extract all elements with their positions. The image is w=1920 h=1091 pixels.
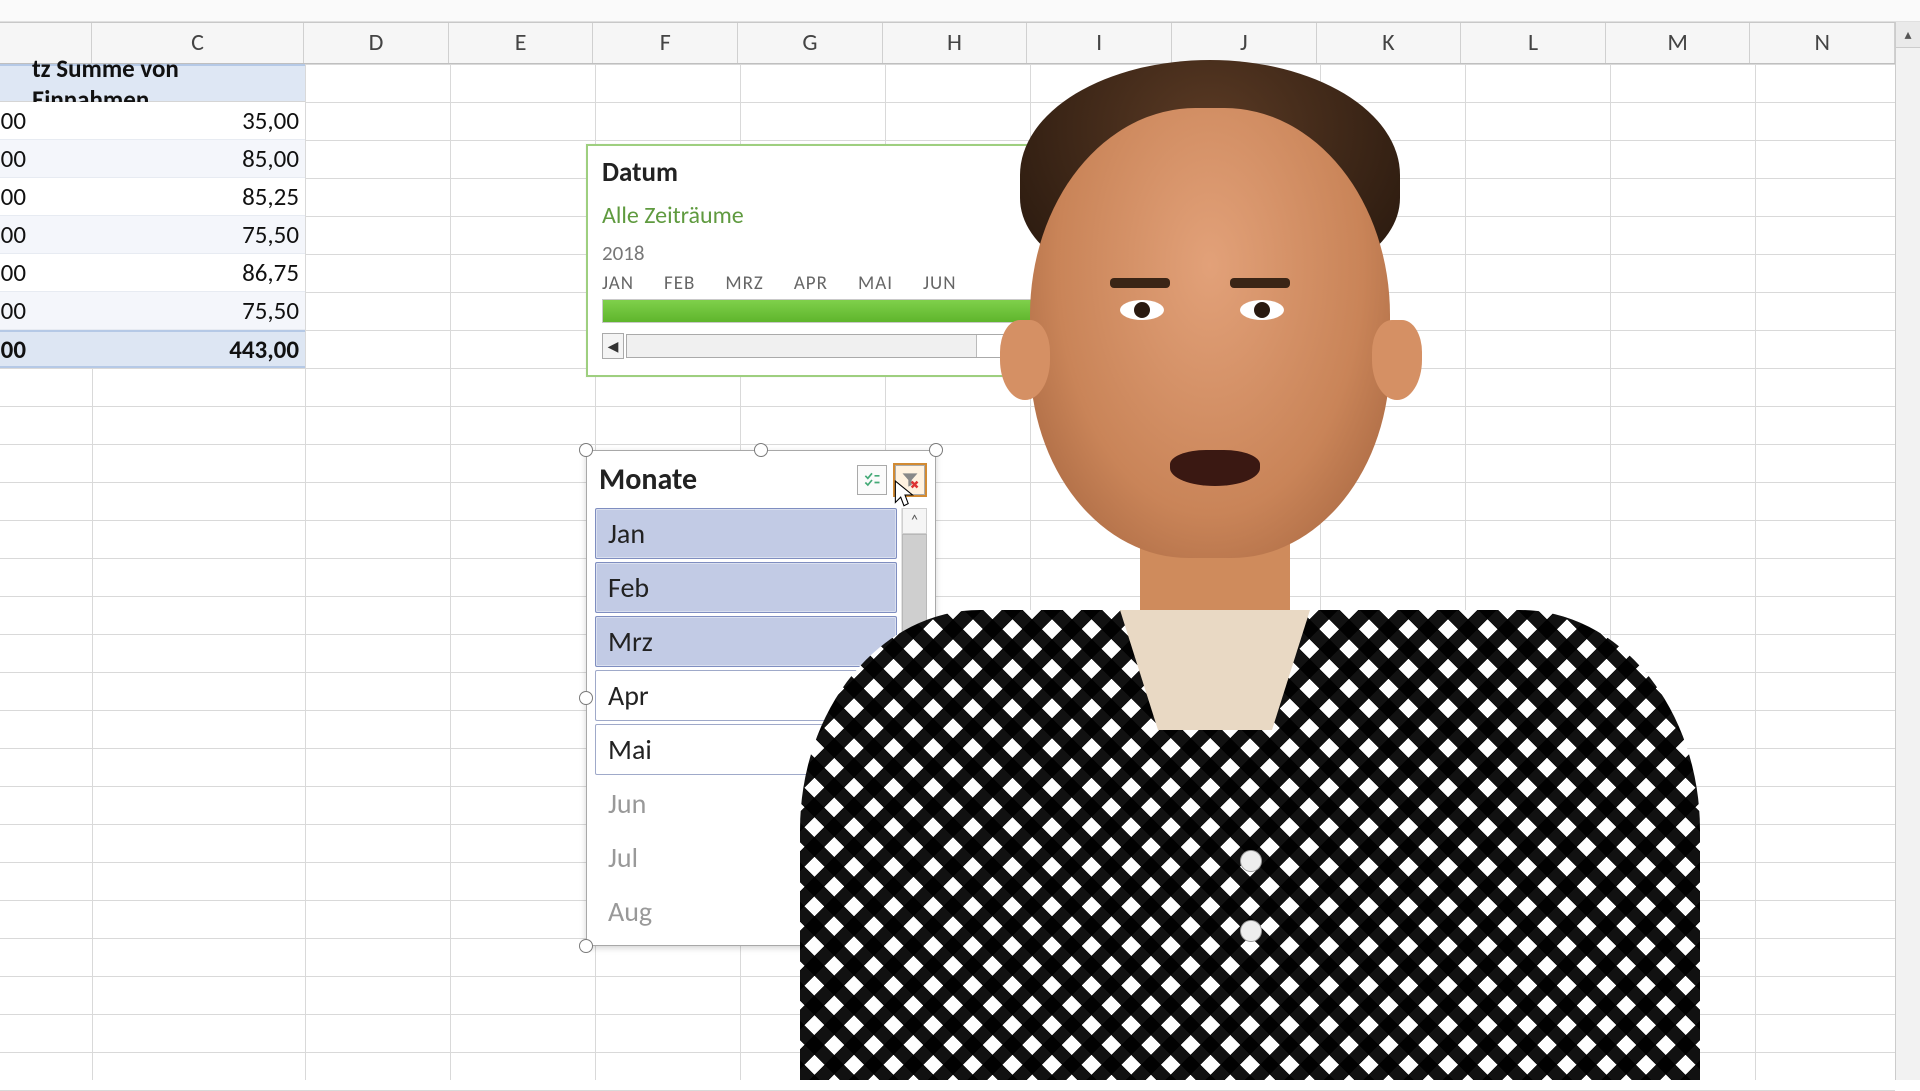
table-row[interactable]: 00 75,50 (0, 292, 305, 330)
row-left-fragment: 00 (0, 140, 32, 177)
col-head-K[interactable]: K (1317, 23, 1462, 63)
multi-select-icon[interactable] (857, 465, 887, 495)
table-row[interactable]: 00 86,75 (0, 254, 305, 292)
pivot-header-left-fragment (0, 66, 32, 101)
col-head-I[interactable]: I (1027, 23, 1172, 63)
row-left-fragment: 00 (0, 292, 32, 329)
selection-handle[interactable] (579, 939, 593, 953)
slicer-scroll-track[interactable] (902, 534, 927, 937)
slicer-item-jan[interactable]: Jan (595, 508, 897, 559)
pivot-total-row[interactable]: 00 443,00 (0, 330, 305, 368)
table-row[interactable]: 00 85,25 (0, 178, 305, 216)
col-head-D[interactable]: D (304, 23, 449, 63)
timeline-scroll-track[interactable] (626, 334, 1090, 358)
slicer-item-jun[interactable]: Jun (595, 778, 897, 829)
slicer-item-mai[interactable]: Mai (595, 724, 897, 775)
row-value: 75,50 (32, 216, 305, 253)
col-head-E[interactable]: E (449, 23, 594, 63)
timeline-range-label: Alle Zeiträume (602, 201, 1090, 230)
timeline-month: MAI (858, 272, 893, 295)
col-head-J[interactable]: J (1172, 23, 1317, 63)
selection-handle[interactable] (579, 443, 593, 457)
row-left-fragment: 00 (0, 102, 32, 139)
selection-handle[interactable] (929, 691, 943, 705)
timeline-bar[interactable] (602, 299, 1090, 323)
table-row[interactable]: 00 35,00 (0, 102, 305, 140)
table-row[interactable]: 00 85,00 (0, 140, 305, 178)
timeline-month: JAN (602, 272, 634, 295)
slicer-selection-frame[interactable]: Monate Jan Feb Mrz Apr Mai (586, 450, 936, 946)
row-total-value: 443,00 (32, 332, 305, 366)
scroll-up-icon[interactable]: ▴ (1896, 22, 1920, 48)
row-left-fragment: 00 (0, 332, 32, 366)
slicer-scrollbar[interactable]: ˄ (901, 508, 927, 937)
slicer-scroll-up-button[interactable]: ˄ (902, 508, 927, 534)
row-value: 35,00 (32, 102, 305, 139)
row-value: 85,25 (32, 178, 305, 215)
col-head-M[interactable]: M (1606, 23, 1751, 63)
selection-handle[interactable] (929, 443, 943, 457)
row-left-fragment: 00 (0, 254, 32, 291)
row-left-fragment: 00 (0, 178, 32, 215)
pivot-table-fragment: tz Summe von Einnahmen 00 35,00 00 85,00… (0, 64, 305, 368)
timeline-year: 2018 (602, 240, 1090, 266)
row-left-fragment: 00 (0, 216, 32, 253)
slicer-monate[interactable]: Monate Jan Feb Mrz Apr Mai (586, 450, 936, 946)
timeline-month: APR (794, 272, 828, 295)
selection-handle[interactable] (579, 691, 593, 705)
pivot-header-label: tz Summe von Einnahmen (32, 66, 305, 101)
vertical-scrollbar[interactable]: ▴ (1895, 22, 1920, 1080)
slicer-item-jul[interactable]: Jul (595, 832, 897, 883)
selection-handle[interactable] (754, 443, 768, 457)
slicer-items: Jan Feb Mrz Apr Mai Jun Jul Aug (595, 508, 897, 937)
slicer-title: Monate (599, 461, 697, 498)
table-row[interactable]: 00 75,50 (0, 216, 305, 254)
row-value: 85,00 (32, 140, 305, 177)
slicer-item-aug[interactable]: Aug (595, 886, 897, 937)
slicer-header: Monate (595, 457, 927, 508)
timeline-scroll-left-button[interactable]: ◀ (602, 333, 624, 359)
col-head-G[interactable]: G (738, 23, 883, 63)
timeline-month: FEB (664, 272, 695, 295)
slicer-item-feb[interactable]: Feb (595, 562, 897, 613)
slicer-item-apr[interactable]: Apr (595, 670, 897, 721)
pivot-header-row[interactable]: tz Summe von Einnahmen (0, 64, 305, 102)
timeline-month: MRZ (725, 272, 763, 295)
slicer-toolbar (857, 465, 925, 495)
timeline-scroll-thumb[interactable] (627, 335, 977, 357)
col-head-H[interactable]: H (883, 23, 1028, 63)
timeline-slicer-datum[interactable]: Datum Alle Zeiträume 2018 JAN FEB MRZ AP… (586, 144, 1106, 377)
timeline-title: Datum (602, 156, 1090, 189)
timeline-month: JUN (923, 272, 957, 295)
timeline-month-labels: JAN FEB MRZ APR MAI JUN (602, 272, 1090, 295)
col-head-F[interactable]: F (593, 23, 738, 63)
slicer-item-mrz[interactable]: Mrz (595, 616, 897, 667)
timeline-bar-fill (603, 300, 1089, 322)
slicer-body: Jan Feb Mrz Apr Mai Jun Jul Aug ˄ (595, 508, 927, 937)
col-head-N[interactable]: N (1750, 23, 1895, 63)
timeline-scrollbar[interactable]: ◀ (602, 333, 1090, 359)
clear-filter-icon[interactable] (895, 465, 925, 495)
row-value: 86,75 (32, 254, 305, 291)
title-bar-strip (0, 0, 1920, 22)
col-head-L[interactable]: L (1461, 23, 1606, 63)
row-value: 75,50 (32, 292, 305, 329)
slicer-scroll-thumb[interactable] (902, 534, 927, 776)
